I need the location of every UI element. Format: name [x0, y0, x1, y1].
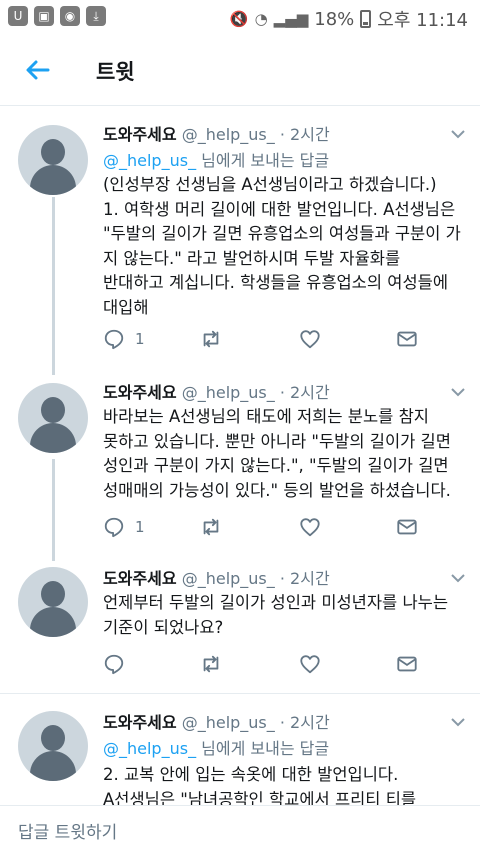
reply-to-line: @_help_us_ 님에게 보내는 답글	[103, 151, 330, 170]
tweet-actions: 1	[103, 516, 433, 542]
u-icon: U	[8, 6, 28, 26]
tweet-meta: 도와주세요 @_help_us_ · 2시간	[103, 569, 330, 588]
reply-to-line: @_help_us_ 님에게 보내는 답글	[103, 739, 330, 758]
heart-icon	[300, 330, 320, 349]
status-icons-right: 🔇 ◔ ▂▄▆ 18% 오후 11:14	[230, 6, 468, 32]
reply-icon	[104, 329, 124, 350]
tweet[interactable]: 도와주세요 @_help_us_ · 2시간 @_help_us_ 님에게 보내…	[0, 107, 480, 367]
avatar[interactable]	[18, 383, 88, 453]
author-handle[interactable]: @_help_us_	[182, 569, 275, 588]
retweet-button[interactable]	[200, 328, 222, 350]
reply-composer-bar[interactable]: 답글 트윗하기	[0, 805, 480, 853]
chevron-down-icon[interactable]	[450, 387, 466, 397]
chevron-down-icon[interactable]	[450, 129, 466, 139]
camera-icon: ◉	[60, 6, 80, 26]
message-button[interactable]	[396, 516, 418, 538]
mute-icon: 🔇	[229, 10, 249, 28]
signal-icon: ▂▄▆	[273, 10, 309, 28]
author-handle[interactable]: @_help_us_	[182, 383, 275, 402]
page-title: 트윗	[96, 60, 135, 84]
tweet-meta: 도와주세요 @_help_us_ · 2시간	[103, 383, 330, 402]
retweet-icon	[203, 518, 219, 536]
reply-count: 1	[135, 518, 145, 536]
thread-divider	[0, 693, 480, 694]
tweet-actions: 1	[103, 328, 433, 354]
reply-mention[interactable]: @_help_us_	[103, 151, 196, 170]
reply-icon	[104, 654, 124, 675]
reply-icon	[104, 517, 124, 538]
tweet-meta: 도와주세요 @_help_us_ · 2시간	[103, 125, 330, 144]
tweet-text: 언제부터 두발의 길이가 성인과 미성년자를 나누는 기준이 되었나요?	[103, 593, 449, 637]
message-button[interactable]	[396, 328, 418, 350]
tweet-thread: 도와주세요 @_help_us_ · 2시간 @_help_us_ 님에게 보내…	[0, 107, 480, 805]
mail-icon	[397, 656, 417, 672]
like-button[interactable]	[299, 328, 321, 350]
battery-icon	[360, 10, 372, 28]
tweet-time: 2시간	[290, 713, 330, 732]
retweet-icon	[203, 330, 219, 348]
author-name[interactable]: 도와주세요	[103, 125, 177, 144]
tweet-meta: 도와주세요 @_help_us_ · 2시간	[103, 713, 330, 732]
tweet[interactable]: 도와주세요 @_help_us_ · 2시간 @_help_us_ 님에게 보내…	[0, 695, 480, 805]
reply-button[interactable]: 1	[103, 328, 145, 350]
reply-mention[interactable]: @_help_us_	[103, 739, 196, 758]
app-header: 트윗	[0, 34, 480, 106]
avatar[interactable]	[18, 125, 88, 195]
image-icon: ▣	[34, 6, 54, 26]
avatar[interactable]	[18, 711, 88, 781]
author-name[interactable]: 도와주세요	[103, 569, 177, 588]
avatar[interactable]	[18, 567, 88, 637]
tweet-text: 바라보는 A선생님의 태도에 저희는 분노를 참지 못하고 있습니다. 뿐만 아…	[103, 407, 451, 500]
wifi-icon: ◔	[254, 10, 268, 28]
reply-button[interactable]: 1	[103, 516, 145, 538]
like-button[interactable]	[299, 653, 321, 675]
message-button[interactable]	[396, 653, 418, 675]
author-name[interactable]: 도와주세요	[103, 383, 177, 402]
author-name[interactable]: 도와주세요	[103, 713, 177, 732]
mail-icon	[397, 331, 417, 347]
retweet-icon	[203, 655, 219, 673]
like-button[interactable]	[299, 516, 321, 538]
tweet-time: 2시간	[290, 383, 330, 402]
download-icon: ⤓	[86, 6, 106, 26]
retweet-button[interactable]	[200, 653, 222, 675]
reply-button[interactable]	[103, 653, 135, 675]
retweet-button[interactable]	[200, 516, 222, 538]
mail-icon	[397, 519, 417, 535]
status-icons-left: U ▣ ◉ ⤓	[8, 6, 106, 26]
heart-icon	[300, 655, 320, 674]
tweet[interactable]: 도와주세요 @_help_us_ · 2시간 언제부터 두발의 길이가 성인과 …	[0, 553, 480, 691]
tweet-text: 2. 교복 안에 입는 속옷에 대한 발언입니다. A선생님은 "남녀공학인 학…	[103, 765, 417, 805]
reply-input[interactable]: 답글 트윗하기	[18, 818, 117, 843]
chevron-down-icon[interactable]	[450, 573, 466, 583]
author-handle[interactable]: @_help_us_	[182, 125, 275, 144]
tweet[interactable]: 도와주세요 @_help_us_ · 2시간 바라보는 A선생님의 태도에 저희…	[0, 369, 480, 553]
heart-icon	[300, 518, 320, 537]
status-bar: U ▣ ◉ ⤓ 🔇 ◔ ▂▄▆ 18% 오후 11:14	[0, 0, 480, 34]
chevron-down-icon[interactable]	[450, 717, 466, 727]
battery-percent: 18%	[314, 8, 355, 30]
back-arrow-icon[interactable]	[22, 54, 54, 86]
tweet-time: 2시간	[290, 125, 330, 144]
tweet-actions	[103, 653, 433, 679]
tweet-time: 2시간	[290, 569, 330, 588]
clock: 오후 11:14	[377, 10, 468, 31]
tweet-text: (인성부장 선생님을 A선생님이라고 하겠습니다.) 1. 여학생 머리 길이에…	[103, 175, 461, 317]
author-handle[interactable]: @_help_us_	[182, 713, 275, 732]
reply-count: 1	[135, 330, 145, 348]
